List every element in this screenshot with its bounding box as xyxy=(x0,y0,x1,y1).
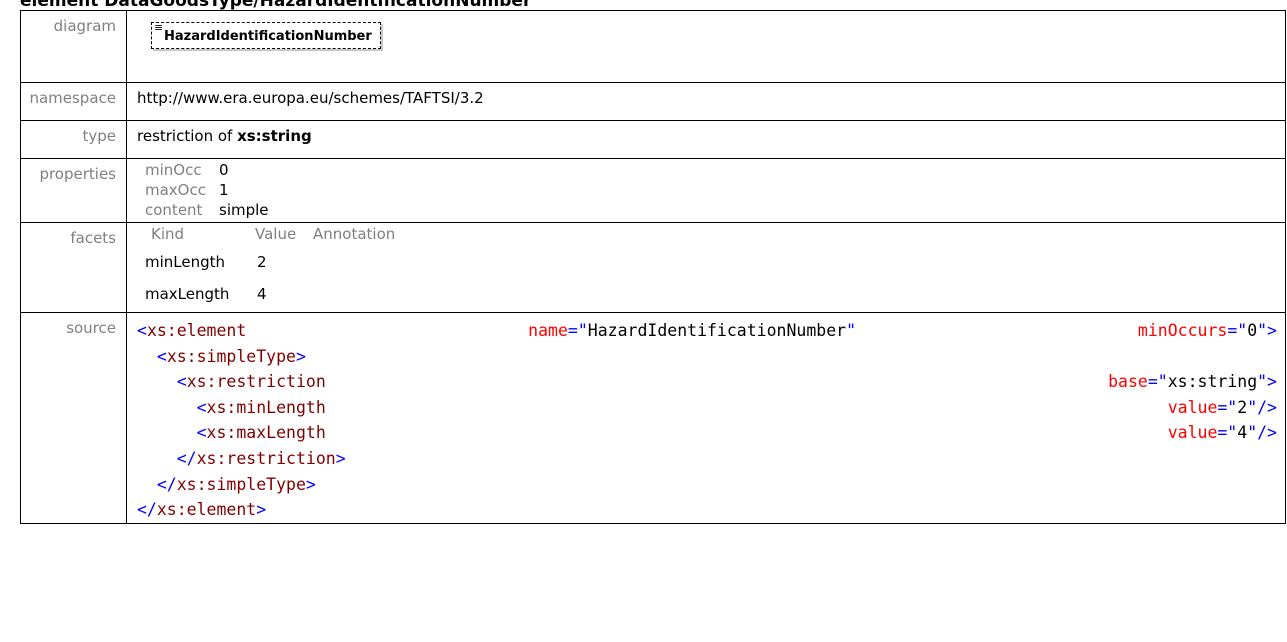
label-facets: facets xyxy=(20,222,127,313)
code-line: < xs:maxLength value =" 4 "/> xyxy=(196,423,1277,443)
code-line: < xs:element name =" HazardIdentificationNum… xyxy=(137,321,1277,340)
code-line: </xs:simpleType > xyxy=(156,474,316,494)
label-source: source xyxy=(20,312,127,524)
facets-header: Kind Value Annotation xyxy=(151,225,396,243)
code-line: </xs:element > xyxy=(137,500,267,520)
type-prefix: restriction of xyxy=(137,127,238,145)
row-facets: facets Kind Value Annotation minLength 2 ma… xyxy=(20,222,1286,313)
properties-list: minOcc 0 maxOcc 1 content simple xyxy=(126,158,1286,223)
facet-row: minLength 2 xyxy=(145,253,267,271)
code-line: < xs:restriction base =" xs:string "> xyxy=(176,372,1277,392)
element-sequence-icon: ≡ xyxy=(154,21,164,34)
row-diagram: diagram ≡ HazardIdentificationNumber xyxy=(20,10,1286,83)
row-properties: properties minOcc 0 maxOcc 1 content simple xyxy=(20,158,1286,223)
row-source: source < xs:element name =" HazardIdentifica… xyxy=(20,312,1286,524)
row-type: type restriction of xs:string xyxy=(20,120,1286,159)
label-type: type xyxy=(20,120,127,159)
row-namespace: namespace http://www.era.europa.eu/schem… xyxy=(20,82,1286,121)
label-properties: properties xyxy=(20,158,127,223)
property-content: content simple xyxy=(145,201,269,219)
facets-table: Kind Value Annotation minLength 2 maxLength… xyxy=(126,222,1286,313)
namespace-value: http://www.era.europa.eu/schemes/TAFTSI/… xyxy=(126,82,1286,121)
code-line: < xs:minLength value =" 2 "/> xyxy=(196,397,1277,417)
schema-doc-table: diagram ≡ HazardIdentificationNumber nam… xyxy=(20,10,1286,524)
type-base-link[interactable]: xs:string xyxy=(237,127,312,145)
diagram-element-box[interactable]: ≡ HazardIdentificationNumber xyxy=(151,21,381,49)
source-code: < xs:element name =" HazardIdentificationNum… xyxy=(126,312,1286,524)
diagram-element-name: HazardIdentificationNumber xyxy=(164,29,372,44)
property-minOcc: minOcc 0 xyxy=(145,161,229,179)
label-diagram: diagram xyxy=(20,10,127,83)
property-maxOcc: maxOcc 1 xyxy=(145,181,229,199)
code-line: < xs:simpleType > xyxy=(156,346,306,366)
facet-row: maxLength 4 xyxy=(145,285,267,303)
label-namespace: namespace xyxy=(20,82,127,121)
code-line: </xs:restriction > xyxy=(176,448,346,468)
